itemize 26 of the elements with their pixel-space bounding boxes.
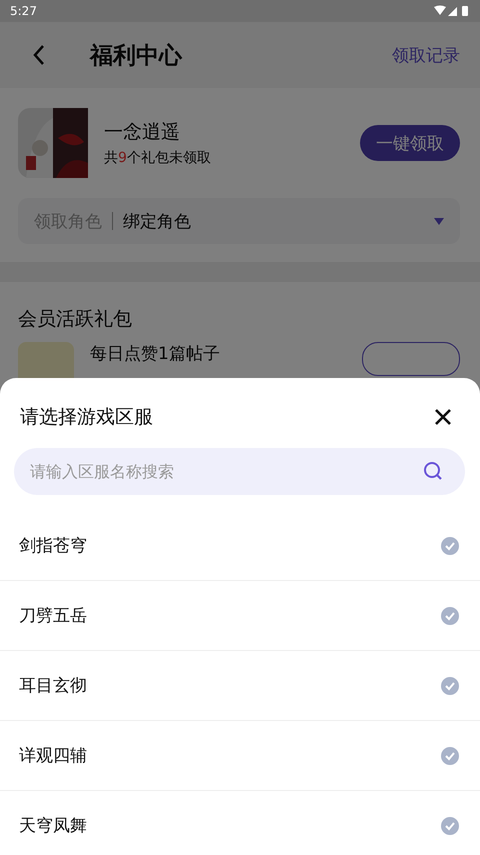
server-item[interactable]: 刀劈五岳: [0, 581, 480, 651]
server-item[interactable]: 详观四辅: [0, 721, 480, 791]
task-title: 每日点赞1篇帖子: [90, 343, 220, 365]
back-icon[interactable]: [32, 44, 46, 66]
section-title: 会员活跃礼包: [17, 307, 133, 332]
server-name: 耳目玄彻: [19, 675, 87, 697]
claim-all-button[interactable]: 一键领取: [360, 125, 460, 161]
server-item[interactable]: 耳目玄彻: [0, 651, 480, 721]
game-name: 一念逍遥: [104, 120, 181, 145]
server-name: 剑指苍穹: [19, 535, 87, 557]
server-name: 刀劈五岳: [19, 605, 87, 627]
sheet-title: 请选择游戏区服: [20, 405, 153, 430]
role-value: 绑定角色: [123, 210, 191, 232]
close-icon[interactable]: [434, 408, 452, 426]
search-icon[interactable]: [423, 461, 443, 481]
status-icons: [434, 5, 470, 17]
server-name: 详观四辅: [19, 745, 87, 767]
server-item[interactable]: 天穹凤舞: [0, 791, 480, 855]
status-time: 5:27: [10, 4, 37, 18]
gift-count-text: 共9个礼包未领取: [104, 149, 211, 167]
search-field[interactable]: 请输入区服名称搜索: [14, 448, 465, 495]
server-item[interactable]: 剑指苍穹: [0, 511, 480, 581]
caret-icon: [434, 218, 444, 224]
page-title: 福利中心: [90, 42, 182, 70]
server-name: 天穹凤舞: [19, 815, 87, 837]
task-button[interactable]: [362, 342, 460, 376]
